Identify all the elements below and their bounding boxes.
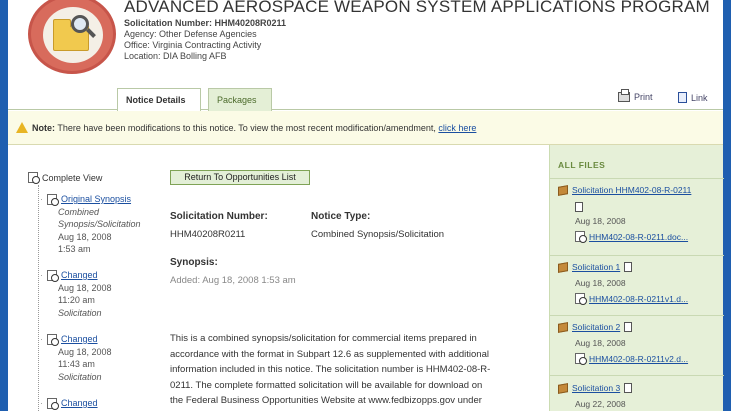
body-line: information included in this notice. The… (170, 364, 491, 375)
notice-type-label: Notice Type: (311, 211, 371, 222)
tab-notice-details[interactable]: Notice Details (117, 88, 201, 112)
history-detail: Solicitation (58, 371, 102, 382)
file-entry: Solicitation 1 Aug 18, 2008 HHM402-08-R-… (550, 255, 724, 313)
attachment-link[interactable]: HHM402-08-R-0211v2.d... (589, 354, 688, 364)
file-link[interactable]: Solicitation 1 (572, 262, 620, 272)
body-line: accordance with the format in Subpart 12… (170, 348, 489, 360)
document-search-icon (575, 353, 587, 365)
history-detail: Solicitation (58, 307, 102, 318)
document-search-icon (47, 193, 59, 206)
document-search-icon (575, 231, 587, 243)
page-header: ADVANCED AEROSPACE WEAPON SYSTEM APPLICA… (8, 0, 723, 84)
solicitation-number-value: HHM40208R0211 (170, 229, 246, 240)
solicitation-number-header: Solicitation Number: HHM40208R0211 (124, 18, 287, 28)
attachment-link[interactable]: HHM402-08-R-0211.doc... (589, 232, 688, 242)
printer-icon (618, 89, 630, 102)
file-entry: Solicitation HHM402-08-R-0211 Aug 18, 20… (550, 178, 724, 243)
package-icon (558, 321, 568, 333)
file-date: Aug 18, 2008 (575, 338, 626, 348)
history-date: Aug 18, 2008 (58, 346, 112, 357)
click-here-link[interactable]: click here (438, 123, 476, 133)
office-text: Office: Virginia Contracting Activity (124, 40, 262, 50)
history-time: 11:20 am (58, 295, 95, 305)
complete-view-link[interactable]: Complete View (28, 172, 103, 184)
history-link-original[interactable]: Original Synopsis (61, 193, 131, 206)
history-detail: Combined (58, 206, 100, 217)
document-search-icon (575, 293, 587, 305)
document-icon (575, 202, 583, 212)
document-search-icon (47, 269, 59, 282)
body-line: the Federal Business Opportunities Websi… (170, 395, 482, 406)
file-entry: Solicitation 3 Aug 22, 2008 (550, 375, 724, 411)
page-title: ADVANCED AEROSPACE WEAPON SYSTEM APPLICA… (124, 0, 710, 16)
file-date: Aug 18, 2008 (575, 278, 626, 288)
file-link[interactable]: Solicitation HHM402-08-R-0211 (572, 185, 691, 195)
synopsis-added-date: Added: Aug 18, 2008 1:53 am (170, 275, 296, 286)
history-time: 1:53 am (58, 244, 91, 254)
synopsis-label: Synopsis: (170, 257, 218, 268)
agency-text: Agency: Other Defense Agencies (124, 29, 257, 39)
complete-view-label: Complete View (42, 172, 103, 183)
link-button[interactable]: Link (678, 92, 708, 103)
location-text: Location: DIA Bolling AFB (124, 51, 227, 61)
agency-logo (28, 0, 116, 74)
synopsis-body: This is a combined synopsis/solicitation… (170, 331, 530, 409)
package-icon (558, 261, 568, 273)
history-item: · Changed Aug 18, 2008 11:43 am Solicitat… (40, 333, 112, 382)
file-date: Aug 22, 2008 (575, 399, 626, 409)
notice-prefix: Note: (32, 123, 55, 133)
history-item: · Changed (40, 397, 98, 410)
history-link-changed[interactable]: Changed (61, 397, 98, 410)
history-date: Aug 18, 2008 (58, 231, 112, 242)
package-icon (558, 382, 568, 394)
document-icon (624, 322, 633, 332)
history-date: Aug 18, 2008 (58, 282, 112, 293)
all-files-heading: ALL FILES (558, 160, 606, 170)
document-icon (624, 262, 633, 272)
history-detail: Synopsis/Solicitation (58, 219, 141, 229)
notice-type-value: Combined Synopsis/Solicitation (311, 229, 445, 240)
return-to-list-button[interactable]: Return To Opportunities List (170, 170, 310, 185)
history-link-changed[interactable]: Changed (61, 333, 98, 346)
document-search-icon (28, 172, 40, 184)
file-entry: Solicitation 2 Aug 18, 2008 HHM402-08-R-… (550, 315, 724, 373)
tab-packages[interactable]: Packages (208, 88, 272, 111)
history-link-changed[interactable]: Changed (61, 269, 98, 282)
document-search-icon (47, 333, 59, 346)
warning-icon (16, 122, 28, 133)
link-icon (678, 92, 687, 103)
print-button[interactable]: Print (618, 89, 653, 102)
solicitation-number-label: Solicitation Number: (170, 211, 268, 222)
link-label: Link (691, 92, 708, 103)
history-panel: Complete View · Original Synopsis Combine… (8, 145, 151, 411)
body-line: 0211. The complete formatted solicitatio… (170, 379, 483, 391)
print-label: Print (634, 92, 653, 102)
attachment-link[interactable]: HHM402-08-R-0211v1.d... (589, 294, 688, 304)
notice-message: There have been modifications to this no… (57, 123, 436, 133)
file-link[interactable]: Solicitation 2 (572, 322, 620, 332)
window-frame-left (0, 0, 8, 411)
file-link[interactable]: Solicitation 3 (572, 383, 620, 393)
history-item: · Changed Aug 18, 2008 11:20 am Solicitat… (40, 269, 112, 318)
solicitation-meta: Solicitation Number: HHM40208R0211 Agenc… (124, 18, 286, 62)
modification-notice: Note: There have been modifications to t… (8, 111, 723, 145)
document-icon (624, 383, 633, 393)
document-search-icon (47, 397, 59, 410)
package-icon (558, 184, 568, 196)
window-frame-right (723, 0, 731, 411)
file-date: Aug 18, 2008 (575, 216, 626, 226)
notice-details-panel: Return To Opportunities List Solicitatio… (160, 145, 550, 411)
history-item: · Original Synopsis Combined Synopsis/Sol… (40, 193, 141, 254)
tab-bar: Notice Details Packages Print Link (8, 86, 723, 112)
history-time: 11:43 am (58, 359, 95, 369)
all-files-panel: ALL FILES Solicitation HHM402-08-R-0211 … (549, 145, 724, 411)
body-line: This is a combined synopsis/solicitation… (170, 333, 477, 344)
tree-connector (38, 185, 39, 411)
